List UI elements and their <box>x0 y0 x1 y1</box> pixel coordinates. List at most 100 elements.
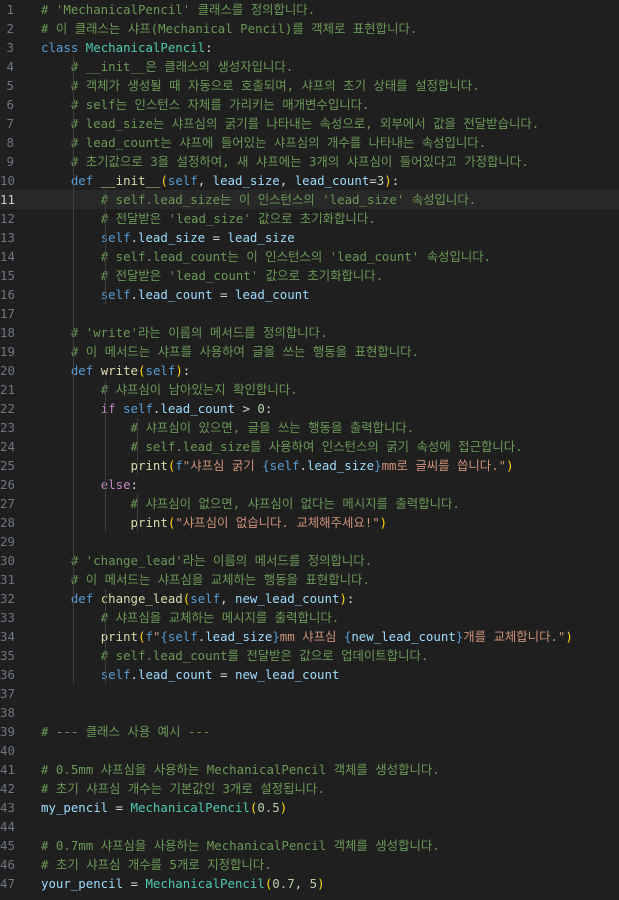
code-token: # 0.5mm 샤프심을 사용하는 MechanicalPencil 객체를 생… <box>41 762 440 777</box>
code-token: . <box>130 230 138 245</box>
code-line[interactable]: 13 self.lead_size = lead_size <box>0 228 619 247</box>
code-token: def <box>70 591 94 606</box>
code-line[interactable]: 44 <box>0 817 619 836</box>
line-number: 8 <box>6 135 14 150</box>
indent-guide <box>137 494 138 532</box>
code-line[interactable]: 17 <box>0 304 619 323</box>
code-line[interactable]: 46 # 초기 샤프심 개수를 5개로 지정합니다. <box>0 855 619 874</box>
line-number: 24 <box>0 439 15 454</box>
code-line[interactable]: 12 # 전달받은 'lead_size' 값으로 초기화합니다. <box>0 209 619 228</box>
code-token: > <box>235 401 258 416</box>
code-token: ) <box>317 876 325 891</box>
code-line[interactable]: 34 print(f"{self.lead_size}mm 샤프심 {new_l… <box>0 627 619 646</box>
code-line[interactable]: 11 # self.lead_size는 이 인스턴스의 'lead_size'… <box>0 190 619 209</box>
code-line[interactable]: 25 print(f"샤프심 굵기 {self.lead_size}mm로 글씨… <box>0 456 619 475</box>
code-line[interactable]: 24 # self.lead_size를 사용하여 인스턴스의 굵기 속성에 접… <box>0 437 619 456</box>
line-number: 29 <box>0 534 15 549</box>
indent-guide <box>105 380 106 532</box>
code-line[interactable]: 43 my_pencil = MechanicalPencil(0.5) <box>0 798 619 817</box>
code-line[interactable]: 6 # self는 인스턴스 자체를 가리키는 매개변수입니다. <box>0 95 619 114</box>
line-number: 45 <box>0 838 15 853</box>
code-line[interactable]: 32 def change_lead(self, new_lead_count)… <box>0 589 619 608</box>
code-text: # 전달받은 'lead_size' 값으로 초기화합니다. <box>41 209 376 228</box>
code-line[interactable]: 8 # lead_count는 샤프에 들어있는 샤프심의 개수를 나타내는 속… <box>0 133 619 152</box>
code-line[interactable]: 15 # 전달받은 'lead_count' 값으로 초기화합니다. <box>0 266 619 285</box>
code-text: # 초기 샤프심 개수는 기본값인 3개로 설정됩니다. <box>41 779 325 798</box>
line-number: 17 <box>0 306 15 321</box>
code-text: # 이 메서드는 샤프를 사용하여 글을 쓰는 행동을 표현합니다. <box>41 342 419 361</box>
code-token: # 이 클래스는 샤프(Mechanical Pencil)를 객체로 표현합니… <box>41 21 418 36</box>
code-token: 개를 교체합니다." <box>463 629 566 644</box>
line-number: 42 <box>0 781 15 796</box>
code-line[interactable]: 16 self.lead_count = lead_count <box>0 285 619 304</box>
line-number: 43 <box>0 800 15 815</box>
line-number: 14 <box>0 249 15 264</box>
code-text: # lead_size는 샤프심의 굵기를 나타내는 속성으로, 외부에서 값을… <box>41 114 539 133</box>
code-line[interactable]: 40 <box>0 741 619 760</box>
line-number: 27 <box>0 496 15 511</box>
code-line[interactable]: 31 # 이 메서드는 샤프심을 교체하는 행동을 표현합니다. <box>0 570 619 589</box>
code-line[interactable]: 23 # 샤프심이 있으면, 글을 쓰는 행동을 출력합니다. <box>0 418 619 437</box>
code-token: "샤프심이 없습니다. 교체해주세요!" <box>175 515 380 530</box>
code-line[interactable]: 47 your_pencil = MechanicalPencil(0.7, 5) <box>0 874 619 893</box>
code-token: . <box>299 458 307 473</box>
code-line[interactable]: 37 <box>0 684 619 703</box>
code-token: : <box>130 477 138 492</box>
code-line[interactable]: 30 # 'change_lead'라는 이름의 메서드를 정의합니다. <box>0 551 619 570</box>
code-line[interactable]: 27 # 샤프심이 없으면, 샤프심이 없다는 메시지를 출력합니다. <box>0 494 619 513</box>
code-line[interactable]: 19 # 이 메서드는 샤프를 사용하여 글을 쓰는 행동을 표현합니다. <box>0 342 619 361</box>
code-line[interactable]: 4 # __init__은 클래스의 생성자입니다. <box>0 57 619 76</box>
code-line[interactable]: 3 class MechanicalPencil: <box>0 38 619 57</box>
line-number: 5 <box>6 78 14 93</box>
code-line[interactable]: 14 # self.lead_count는 이 인스턴스의 'lead_coun… <box>0 247 619 266</box>
code-line[interactable]: 22 if self.lead_count > 0: <box>0 399 619 418</box>
code-line[interactable]: 33 # 샤프심을 교체하는 메시지를 출력합니다. <box>0 608 619 627</box>
code-token: ) <box>506 458 514 473</box>
line-number: 7 <box>6 116 14 131</box>
indent-guide <box>105 589 106 684</box>
code-token: = <box>108 800 131 815</box>
code-editor[interactable]: 1 # 'MechanicalPencil' 클래스를 정의합니다. 2 # 이 클래… <box>0 0 619 900</box>
code-line[interactable]: 18 # 'write'라는 이름의 메서드를 정의합니다. <box>0 323 619 342</box>
code-token: } <box>272 629 280 644</box>
code-token: new_lead_count <box>351 629 456 644</box>
line-number: 20 <box>0 363 15 378</box>
indent-guide <box>73 57 74 684</box>
code-token: # self는 인스턴스 자체를 가리키는 매개변수입니다. <box>70 97 370 112</box>
code-line[interactable]: 1 # 'MechanicalPencil' 클래스를 정의합니다. <box>0 0 619 19</box>
code-line[interactable]: 38 <box>0 703 619 722</box>
code-token: def <box>70 363 94 378</box>
code-token: self <box>167 173 198 188</box>
code-line[interactable]: 39 # --- 클래스 사용 예시 --- <box>0 722 619 741</box>
code-text: # 샤프심이 남아있는지 확인합니다. <box>41 380 298 399</box>
code-line[interactable]: 45 # 0.7mm 샤프심을 사용하는 MechanicalPencil 객체를… <box>0 836 619 855</box>
code-line[interactable]: 42 # 초기 샤프심 개수는 기본값인 3개로 설정됩니다. <box>0 779 619 798</box>
code-line[interactable]: 7 # lead_size는 샤프심의 굵기를 나타내는 속성으로, 외부에서 … <box>0 114 619 133</box>
code-line[interactable]: 20 def write(self): <box>0 361 619 380</box>
code-line[interactable]: 41 # 0.5mm 샤프심을 사용하는 MechanicalPencil 객체를… <box>0 760 619 779</box>
line-number: 10 <box>0 173 15 188</box>
code-line[interactable]: 36 self.lead_count = new_lead_count <box>0 665 619 684</box>
code-text: self.lead_size = lead_size <box>41 228 295 247</box>
code-line[interactable]: 2 # 이 클래스는 샤프(Mechanical Pencil)를 객체로 표현합… <box>0 19 619 38</box>
code-token: MechanicalPencil <box>145 876 265 891</box>
code-line[interactable]: 21 # 샤프심이 남아있는지 확인합니다. <box>0 380 619 399</box>
code-line[interactable]: 9 # 초기값으로 3을 설정하여, 새 샤프에는 3개의 샤프심이 들어있다고… <box>0 152 619 171</box>
code-text: # self.lead_count는 이 인스턴스의 'lead_count' … <box>41 247 491 266</box>
code-token: # 이 메서드는 샤프심을 교체하는 행동을 표현합니다. <box>70 572 370 587</box>
code-text: # 초기값으로 3을 설정하여, 새 샤프에는 3개의 샤프심이 들어있다고 가… <box>41 152 529 171</box>
code-line[interactable]: 5 # 객체가 생성될 때 자동으로 호출되며, 샤프의 초기 상태를 설정합니… <box>0 76 619 95</box>
code-line[interactable]: 10 def __init__(self, lead_size, lead_co… <box>0 171 619 190</box>
code-line[interactable]: 29 <box>0 532 619 551</box>
code-line[interactable]: 26 else: <box>0 475 619 494</box>
code-token: { <box>262 458 270 473</box>
code-line[interactable]: 28 print("샤프심이 없습니다. 교체해주세요!") <box>0 513 619 532</box>
code-line[interactable]: 35 # self.lead_count를 전달받은 값으로 업데이트합니다. <box>0 646 619 665</box>
